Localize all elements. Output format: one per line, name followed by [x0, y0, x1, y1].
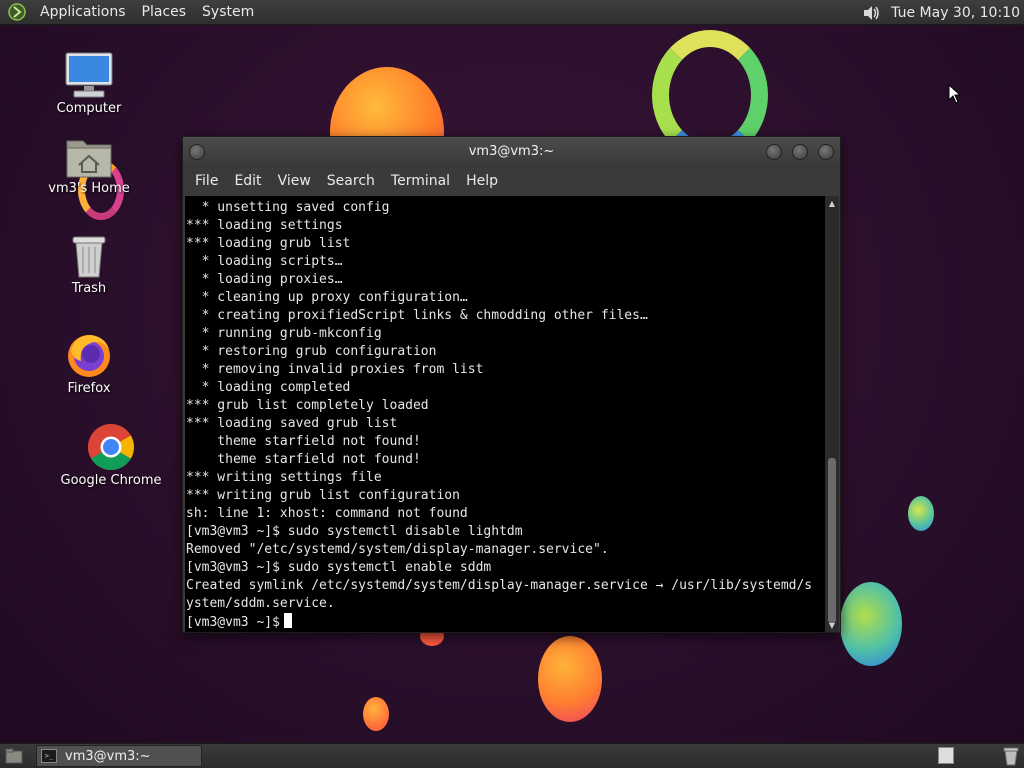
terminal-icon: >_ — [41, 749, 57, 763]
scroll-up-arrow-icon[interactable]: ▲ — [825, 196, 839, 210]
terminal-window[interactable]: vm3@vm3:~ File Edit View Search Terminal… — [182, 136, 841, 633]
volume-icon[interactable] — [859, 1, 883, 25]
terminal-prompt-line: [vm3@vm3 ~]$ — [186, 613, 826, 632]
terminal-line: sh: line 1: xhost: command not found — [186, 506, 468, 521]
terminal-line: * creating proxifiedScript links & chmod… — [186, 308, 648, 323]
terminal-menubar: File Edit View Search Terminal Help — [183, 167, 840, 196]
terminal-line: * unsetting saved config — [186, 200, 390, 215]
trash-applet-icon[interactable] — [1002, 746, 1020, 766]
window-menu-button[interactable] — [189, 144, 205, 160]
terminal-line: Removed "/etc/systemd/system/display-man… — [186, 542, 609, 557]
terminal-line: * cleaning up proxy configuration… — [186, 290, 468, 305]
maximize-button[interactable] — [792, 144, 808, 160]
terminal-output[interactable]: * unsetting saved config *** loading sett… — [185, 196, 826, 632]
close-button[interactable] — [818, 144, 834, 160]
menu-search[interactable]: Search — [319, 167, 383, 196]
terminal-title: vm3@vm3:~ — [468, 144, 555, 159]
terminal-line: theme starfield not found! — [186, 452, 421, 467]
terminal-scrollbar[interactable]: ▲ ▼ — [825, 196, 839, 632]
bottom-panel: >_ vm3@vm3:~ — [0, 743, 1024, 768]
terminal-line: *** loading grub list — [186, 236, 351, 251]
menu-applications[interactable]: Applications — [32, 0, 134, 25]
minimize-button[interactable] — [766, 144, 782, 160]
menu-places[interactable]: Places — [134, 0, 195, 25]
menu-help[interactable]: Help — [458, 167, 506, 196]
menu-system[interactable]: System — [194, 0, 262, 25]
terminal-line: *** writing settings file — [186, 470, 382, 485]
terminal-line: [vm3@vm3 ~]$ sudo systemctl disable ligh… — [186, 524, 523, 539]
mouse-pointer-icon — [948, 83, 962, 108]
desktop-icon-home[interactable]: vm3's Home — [34, 125, 144, 197]
chrome-icon — [84, 417, 138, 471]
terminal-titlebar[interactable]: vm3@vm3:~ — [183, 137, 840, 167]
terminal-line: *** loading settings — [186, 218, 343, 233]
terminal-line: *** grub list completely loaded — [186, 398, 429, 413]
menu-edit[interactable]: Edit — [226, 167, 269, 196]
terminal-line: * loading completed — [186, 380, 351, 395]
scroll-down-arrow-icon[interactable]: ▼ — [825, 618, 839, 632]
taskbar-window-label: vm3@vm3:~ — [65, 748, 151, 764]
terminal-prompt: [vm3@vm3 ~]$ — [186, 615, 280, 630]
scrollbar-thumb[interactable] — [828, 458, 836, 623]
home-folder-icon — [62, 125, 116, 179]
terminal-line: [vm3@vm3 ~]$ sudo systemctl enable sddm — [186, 560, 492, 575]
menu-terminal[interactable]: Terminal — [383, 167, 458, 196]
terminal-line: * removing invalid proxies from list — [186, 362, 484, 377]
menu-view[interactable]: View — [270, 167, 319, 196]
terminal-line: ystem/sddm.service. — [186, 596, 335, 611]
terminal-lines: * unsetting saved config *** loading sett… — [185, 196, 826, 632]
top-panel-tray: Tue May 30, 10:10 — [859, 0, 1024, 25]
menu-file[interactable]: File — [187, 167, 226, 196]
terminal-line: *** loading saved grub list — [186, 416, 398, 431]
firefox-icon — [62, 325, 116, 379]
taskbar-terminal-button[interactable]: >_ vm3@vm3:~ — [36, 745, 202, 767]
computer-icon — [62, 45, 116, 99]
wallpaper-small-blob — [908, 496, 934, 531]
terminal-line: Created symlink /etc/systemd/system/disp… — [186, 578, 813, 593]
show-desktop-icon[interactable] — [2, 745, 26, 767]
desktop-icon-computer[interactable]: Computer — [34, 45, 144, 117]
terminal-line: *** writing grub list configuration — [186, 488, 460, 503]
mate-menu-icon[interactable] — [6, 1, 28, 23]
terminal-line: theme starfield not found! — [186, 434, 421, 449]
terminal-line: * running grub-mkconfig — [186, 326, 382, 341]
desktop-icon-firefox[interactable]: Firefox — [34, 325, 144, 397]
clock[interactable]: Tue May 30, 10:10 — [891, 5, 1024, 21]
top-panel: Applications Places System Tue May 30, 1… — [0, 0, 1024, 25]
desktop-icon-chrome[interactable]: Google Chrome — [56, 417, 166, 489]
terminal-line: * loading proxies… — [186, 272, 343, 287]
workspace-switcher[interactable] — [938, 747, 954, 764]
terminal-line: * loading scripts… — [186, 254, 343, 269]
wallpaper-green-blob — [840, 582, 902, 666]
terminal-line: * restoring grub configuration — [186, 344, 437, 359]
wallpaper-orange-blob-3 — [363, 697, 389, 731]
wallpaper-orange-blob-2 — [538, 636, 602, 722]
trash-icon — [62, 225, 116, 279]
text-cursor — [283, 613, 292, 628]
desktop-icon-trash[interactable]: Trash — [34, 225, 144, 297]
